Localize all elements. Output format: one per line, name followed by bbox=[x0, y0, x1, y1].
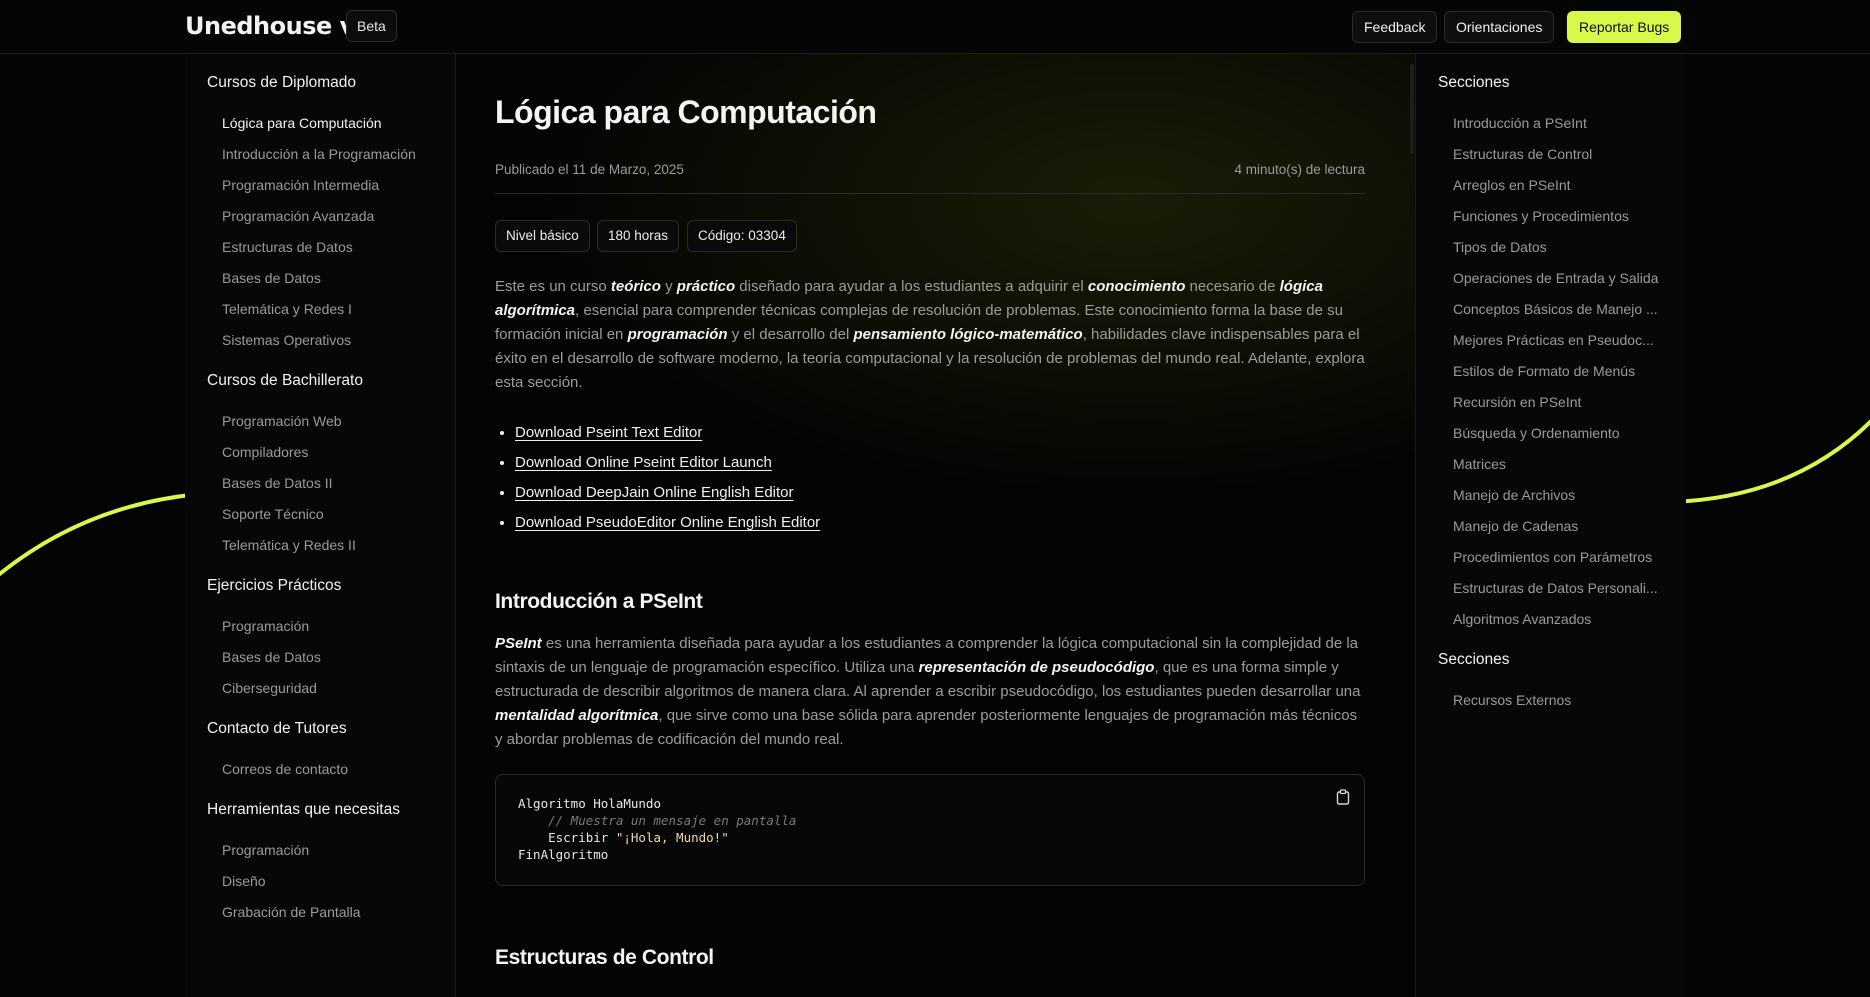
toc-item[interactable]: Mejores Prácticas en Pseudoc... bbox=[1453, 332, 1668, 348]
page-title: Lógica para Computación bbox=[495, 94, 877, 130]
right-sidebar: Secciones Introducción a PSeInt Estructu… bbox=[1410, 54, 1686, 997]
toc-item[interactable]: Funciones y Procedimientos bbox=[1453, 208, 1668, 224]
hours-tag: 180 horas bbox=[597, 220, 680, 252]
toc-item[interactable]: Introducción a PSeInt bbox=[1453, 115, 1668, 131]
section-heading: Estructuras de Control bbox=[495, 946, 714, 969]
toc-item[interactable]: Estructuras de Datos Personali... bbox=[1453, 580, 1668, 596]
report-bugs-button[interactable]: Reportar Bugs bbox=[1567, 11, 1682, 43]
published-date: Publicado el 11 de Marzo, 2025 bbox=[495, 162, 684, 177]
toc-item[interactable]: Manejo de Archivos bbox=[1453, 487, 1668, 503]
intro-paragraph: Este es un curso teórico y práctico dise… bbox=[495, 278, 1365, 391]
left-accent-curve bbox=[0, 492, 201, 577]
sidebar-item[interactable]: Diseño bbox=[222, 873, 266, 889]
toc-item[interactable]: Recursión en PSeInt bbox=[1453, 394, 1668, 410]
sidebar-item[interactable]: Ciberseguridad bbox=[222, 680, 317, 696]
download-link[interactable]: Download PseudoEditor Online English Edi… bbox=[515, 514, 820, 531]
sidebar-item[interactable]: Introducción a la Programación bbox=[222, 146, 416, 162]
left-sidebar: Cursos de Diplomado Lógica para Computac… bbox=[185, 54, 456, 997]
sidebar-item[interactable]: Programación bbox=[222, 618, 309, 634]
sidebar-item-logica[interactable]: Lógica para Computación bbox=[222, 115, 382, 131]
toc-item[interactable]: Algoritmos Avanzados bbox=[1453, 611, 1668, 627]
sidebar-item[interactable]: Sistemas Operativos bbox=[222, 332, 351, 348]
download-link[interactable]: Download Online Pseint Editor Launch bbox=[515, 454, 772, 471]
toc-item[interactable]: Recursos Externos bbox=[1453, 692, 1668, 708]
sidebar-group-title: Contacto de Tutores bbox=[207, 720, 347, 737]
download-links: Download Pseint Text Editor Download Onl… bbox=[495, 418, 820, 538]
toc-item[interactable]: Operaciones de Entrada y Salida bbox=[1453, 270, 1668, 286]
sidebar-group-title: Herramientas que necesitas bbox=[207, 801, 400, 818]
toc-item[interactable]: Estilos de Formato de Menús bbox=[1453, 363, 1668, 379]
sidebar-item[interactable]: Bases de Datos bbox=[222, 270, 321, 286]
toc-item[interactable]: Matrices bbox=[1453, 456, 1668, 472]
sidebar-item[interactable]: Estructuras de Datos bbox=[222, 239, 353, 255]
section-paragraph: PSeInt es una herramienta diseñada para … bbox=[495, 635, 1361, 748]
sidebar-item[interactable]: Compiladores bbox=[222, 444, 308, 460]
sidebar-item[interactable]: Telemática y Redes II bbox=[222, 537, 356, 553]
orientaciones-button[interactable]: Orientaciones bbox=[1444, 11, 1555, 43]
sidebar-item[interactable]: Programación Avanzada bbox=[222, 208, 374, 224]
sidebar-item[interactable]: Grabación de Pantalla bbox=[222, 904, 361, 920]
code-block: Algoritmo HolaMundo // Muestra un mensaj… bbox=[495, 774, 1365, 886]
right-accent-curve bbox=[1669, 419, 1870, 504]
main-content: Lógica para Computación Publicado el 11 … bbox=[495, 54, 1365, 997]
link-item: Download Pseint Text Editor bbox=[515, 418, 820, 448]
feedback-button[interactable]: Feedback bbox=[1352, 11, 1438, 43]
sidebar-item[interactable]: Soporte Técnico bbox=[222, 506, 324, 522]
toc-item[interactable]: Manejo de Cadenas bbox=[1453, 518, 1668, 534]
download-link[interactable]: Download DeepJain Online English Editor bbox=[515, 484, 794, 501]
sidebar-item[interactable]: Bases de Datos II bbox=[222, 475, 333, 491]
toc-item[interactable]: Conceptos Básicos de Manejo ... bbox=[1453, 301, 1668, 317]
level-tag: Nivel básico bbox=[495, 220, 590, 252]
toc-item[interactable]: Procedimientos con Parámetros bbox=[1453, 549, 1668, 565]
link-item: Download DeepJain Online English Editor bbox=[515, 478, 820, 508]
sidebar-item[interactable]: Programación bbox=[222, 842, 309, 858]
toc-item[interactable]: Arreglos en PSeInt bbox=[1453, 177, 1668, 193]
toc-item[interactable]: Estructuras de Control bbox=[1453, 146, 1668, 162]
toc-title: Secciones bbox=[1438, 74, 1510, 91]
code-content: Algoritmo HolaMundo // Muestra un mensaj… bbox=[518, 796, 797, 862]
sidebar-group-title: Cursos de Bachillerato bbox=[207, 372, 363, 389]
link-item: Download Online Pseint Editor Launch bbox=[515, 448, 820, 478]
sidebar-group-title: Ejercicios Prácticos bbox=[207, 577, 342, 594]
reading-time: 4 minuto(s) de lectura bbox=[1234, 162, 1365, 177]
top-navbar: Unedhouse v1.0 Beta Feedback Orientacion… bbox=[0, 0, 1870, 54]
sidebar-item[interactable]: Programación Web bbox=[222, 413, 342, 429]
code-tag: Código: 03304 bbox=[687, 220, 797, 252]
clipboard-icon[interactable] bbox=[1336, 789, 1350, 805]
download-link[interactable]: Download Pseint Text Editor bbox=[515, 424, 702, 441]
section-heading: Introducción a PSeInt bbox=[495, 590, 703, 613]
link-item: Download PseudoEditor Online English Edi… bbox=[515, 508, 820, 538]
sidebar-group-title: Cursos de Diplomado bbox=[207, 74, 357, 91]
sidebar-item[interactable]: Telemática y Redes I bbox=[222, 301, 352, 317]
beta-badge: Beta bbox=[346, 10, 397, 42]
toc-title: Secciones bbox=[1438, 651, 1510, 668]
toc-item[interactable]: Búsqueda y Ordenamiento bbox=[1453, 425, 1668, 441]
scrollbar-thumb[interactable] bbox=[1410, 64, 1414, 154]
sidebar-item[interactable]: Programación Intermedia bbox=[222, 177, 379, 193]
sidebar-item[interactable]: Correos de contacto bbox=[222, 761, 348, 777]
toc-item[interactable]: Tipos de Datos bbox=[1453, 239, 1668, 255]
divider bbox=[495, 193, 1365, 194]
sidebar-item[interactable]: Bases de Datos bbox=[222, 649, 321, 665]
